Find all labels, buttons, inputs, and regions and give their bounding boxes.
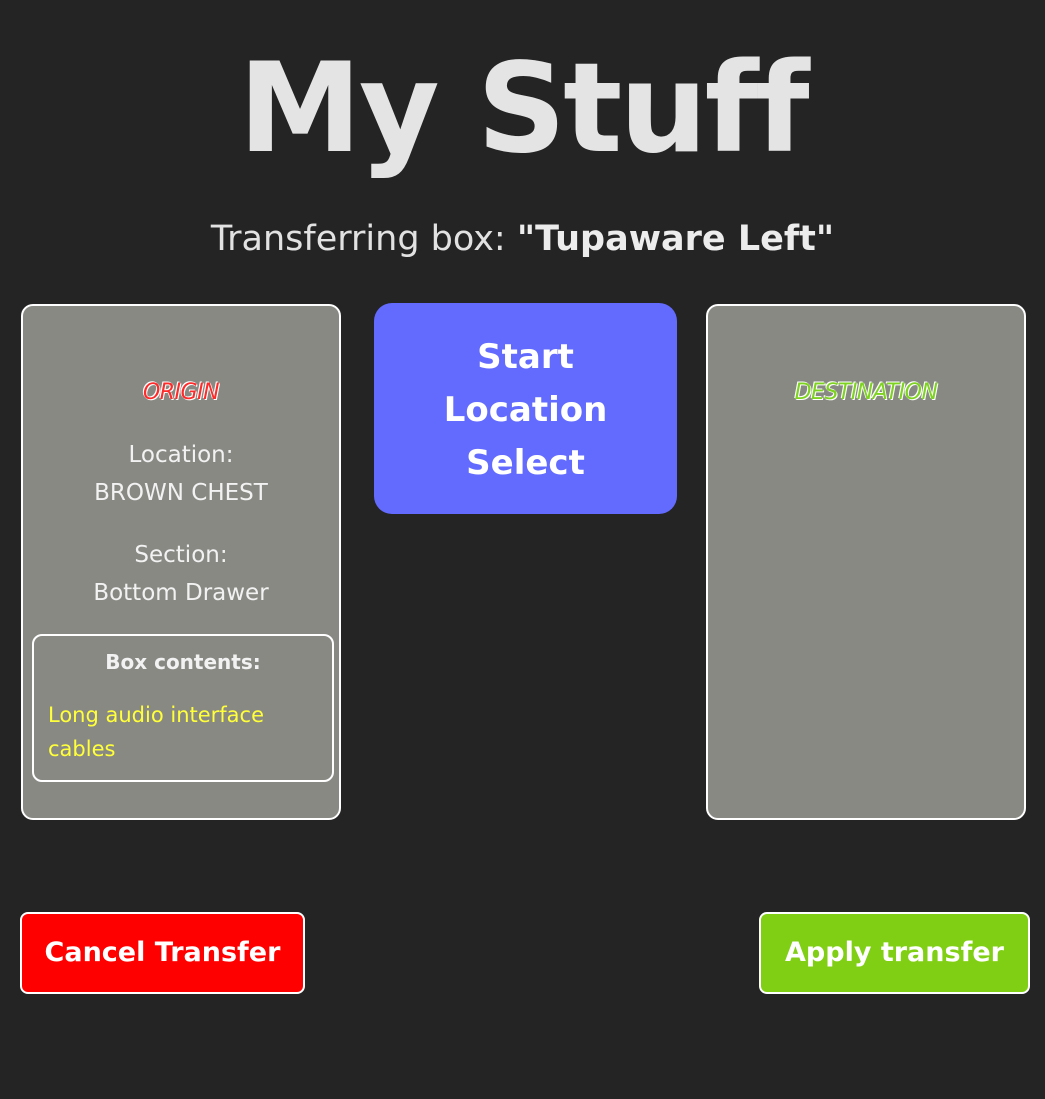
cancel-transfer-button[interactable]: Cancel Transfer bbox=[20, 912, 305, 994]
box-contents: Box contents: Long audio interface cable… bbox=[32, 634, 334, 782]
box-contents-heading: Box contents: bbox=[105, 650, 261, 674]
apply-transfer-button[interactable]: Apply transfer bbox=[759, 912, 1030, 994]
transfer-subtitle: Transferring box: "Tupaware Left" bbox=[0, 216, 1045, 262]
destination-heading: DESTINATION bbox=[794, 380, 938, 405]
box-contents-item: Long audio interface cables bbox=[48, 703, 265, 761]
origin-panel: ORIGIN Location: BROWN CHEST Section: Bo… bbox=[21, 304, 341, 820]
location-value: BROWN CHEST bbox=[94, 480, 268, 506]
start-location-select-button[interactable]: Start Location Select bbox=[374, 303, 677, 514]
page-title: My Stuff bbox=[238, 37, 809, 181]
box-name: "Tupaware Left" bbox=[516, 219, 835, 259]
origin-location: Location: BROWN CHEST bbox=[23, 436, 339, 512]
origin-heading: ORIGIN bbox=[142, 380, 220, 405]
section-value: Bottom Drawer bbox=[93, 580, 269, 606]
subtitle-prefix: Transferring box: bbox=[210, 219, 517, 259]
destination-panel: DESTINATION bbox=[706, 304, 1026, 820]
origin-section: Section: Bottom Drawer bbox=[23, 536, 339, 612]
section-label: Section: bbox=[134, 542, 228, 568]
location-label: Location: bbox=[128, 442, 234, 468]
